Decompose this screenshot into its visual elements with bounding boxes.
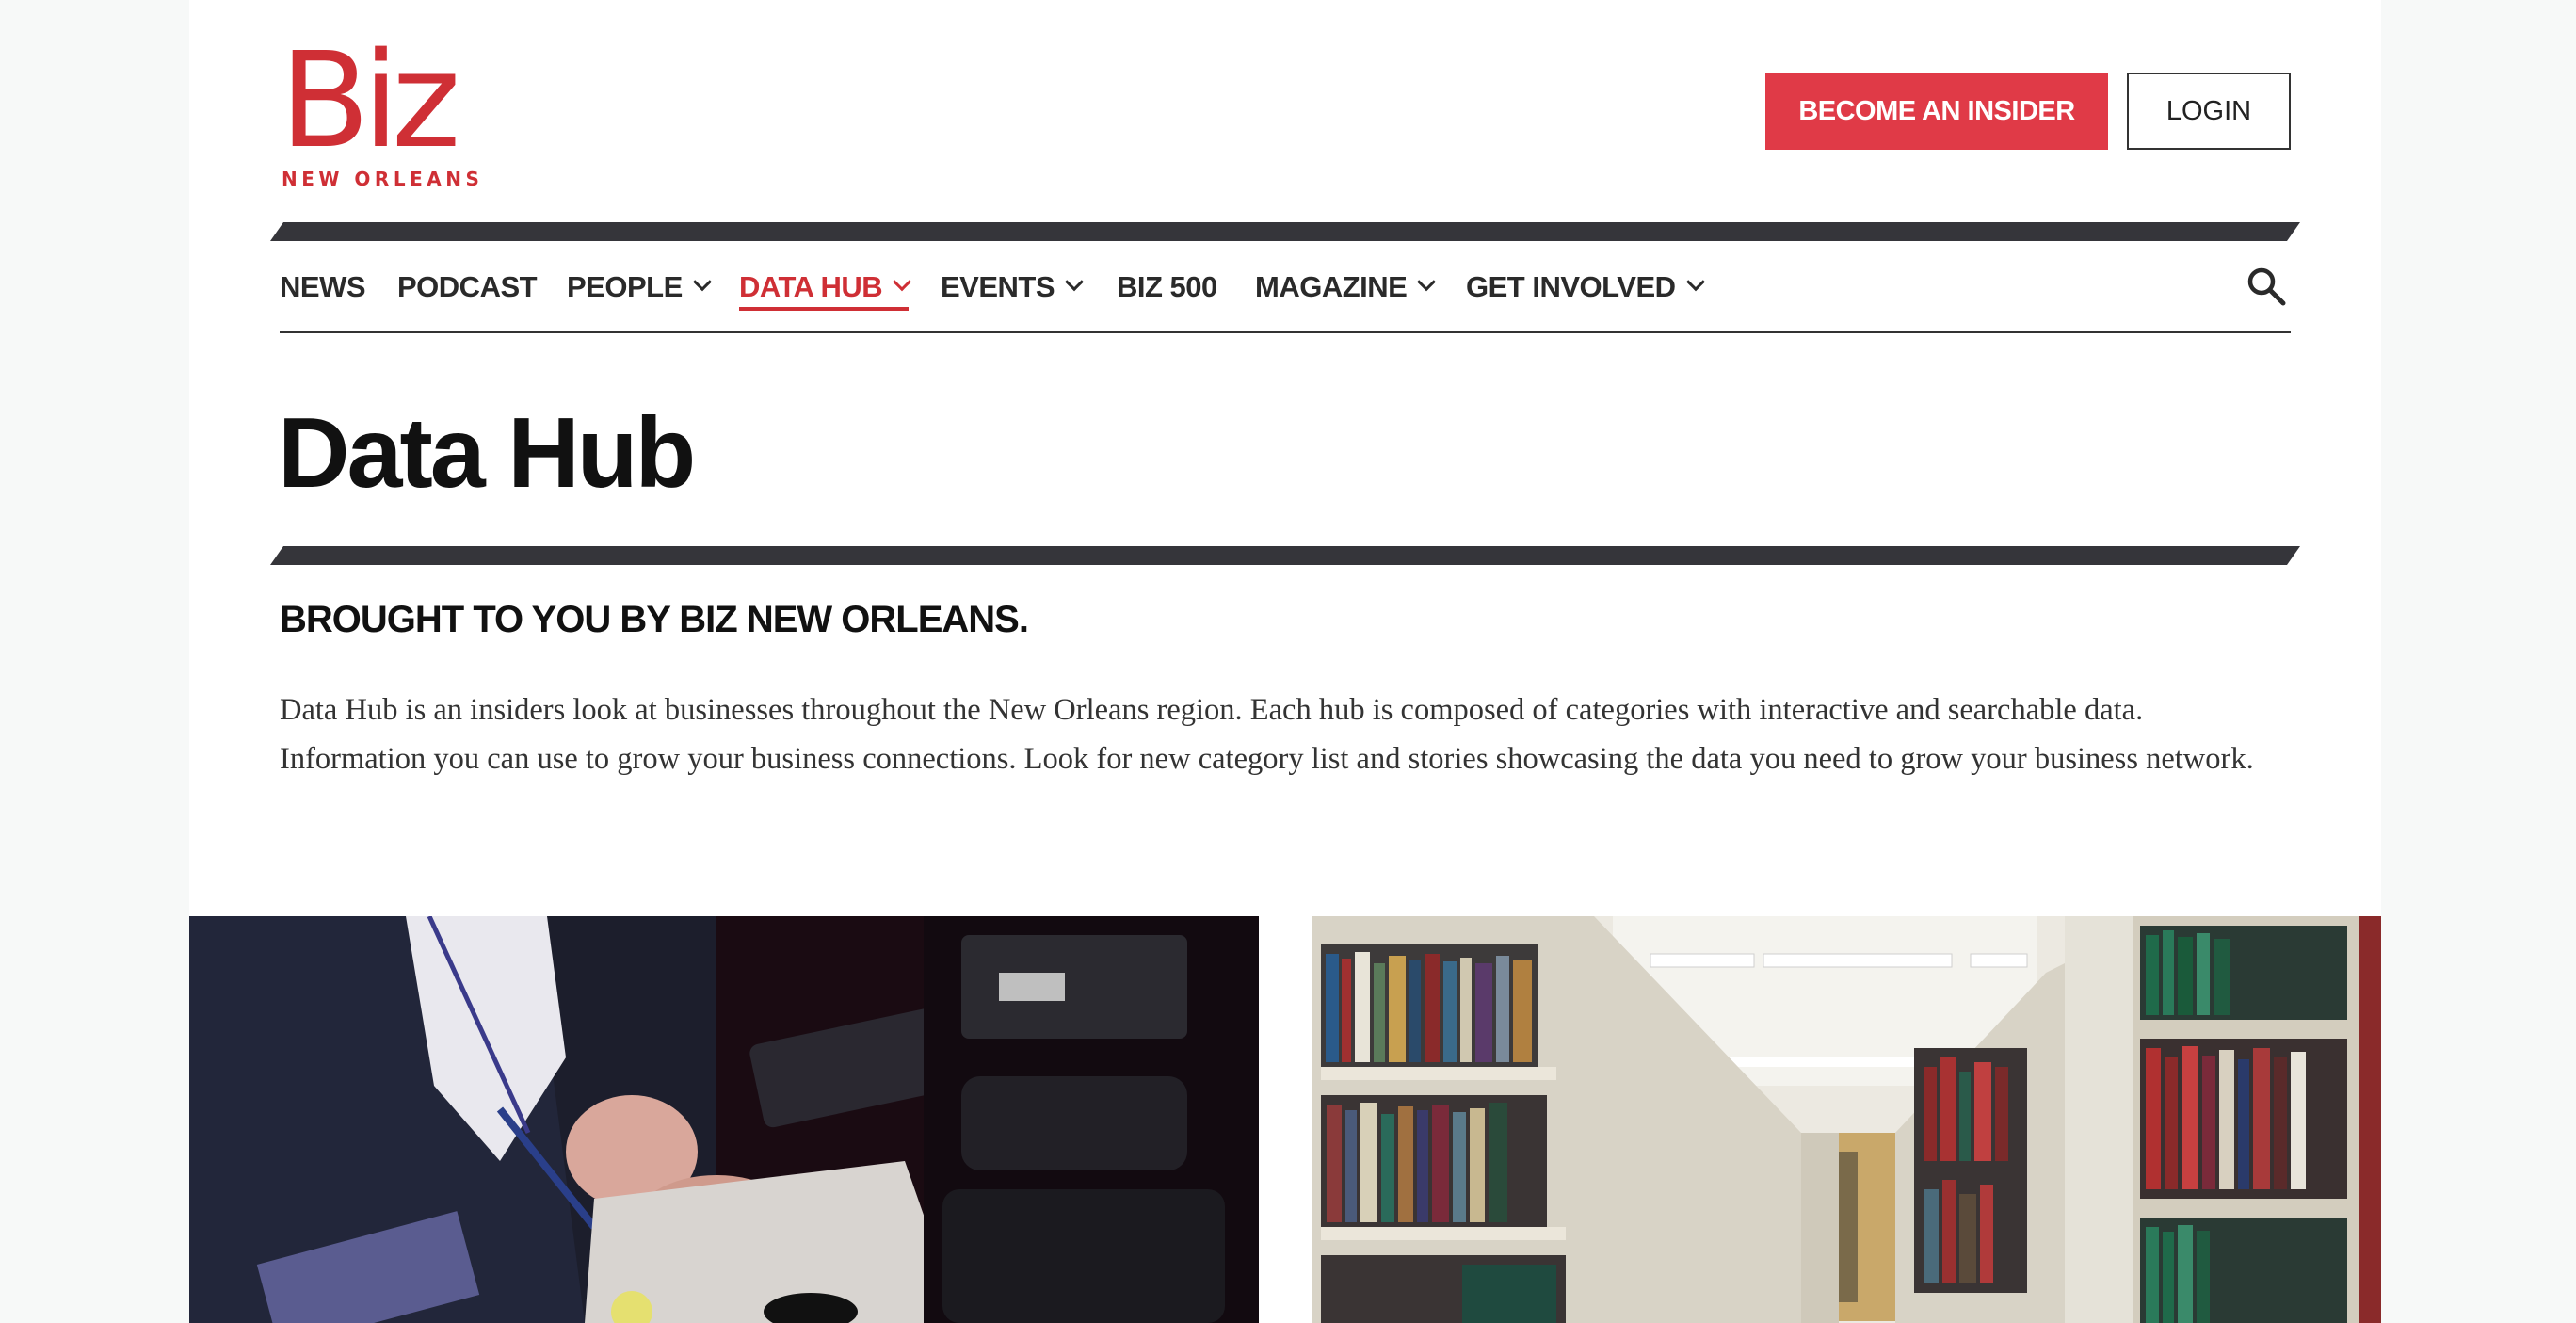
chevron-down-icon — [893, 272, 912, 292]
page-title: Data Hub — [278, 397, 696, 508]
site-logo[interactable]: Biz NEW ORLEANS — [280, 24, 479, 192]
nav-item-get-involved[interactable]: GET INVOLVED — [1466, 264, 1705, 311]
title-divider-stripe — [270, 546, 2300, 565]
nav-item-label: EVENTS — [941, 270, 1055, 303]
nav-item-magazine[interactable]: MAGAZINE — [1255, 264, 1437, 311]
nav-item-label: PEOPLE — [567, 270, 683, 303]
search-icon[interactable] — [2246, 266, 2287, 307]
nav-item-label: PODCAST — [397, 270, 538, 303]
feature-image-library-shelves[interactable] — [1312, 916, 2381, 1323]
chevron-down-icon — [1685, 272, 1705, 292]
main-nav: NEWS PODCAST PEOPLE DATA HUB EVENTS BIZ … — [280, 264, 2291, 333]
nav-underline-rule — [280, 331, 2291, 333]
chevron-down-icon — [1417, 272, 1437, 292]
intro-paragraph: Data Hub is an insiders look at business… — [280, 693, 2254, 776]
feature-image-office-desk[interactable] — [189, 916, 1259, 1323]
nav-item-news[interactable]: NEWS — [280, 264, 366, 311]
nav-item-events[interactable]: EVENTS — [941, 264, 1084, 311]
logo-subtitle: NEW ORLEANS — [282, 168, 484, 190]
nav-item-label: MAGAZINE — [1255, 270, 1408, 303]
nav-item-data-hub[interactable]: DATA HUB — [739, 264, 912, 311]
nav-item-label: NEWS — [280, 270, 366, 303]
chevron-down-icon — [692, 272, 712, 292]
nav-item-people[interactable]: PEOPLE — [567, 264, 712, 311]
nav-item-label: DATA HUB — [739, 270, 883, 303]
nav-item-biz-500[interactable]: BIZ 500 — [1117, 264, 1217, 311]
logo-wordmark: Biz — [280, 24, 460, 178]
login-button[interactable]: LOGIN — [2127, 73, 2291, 150]
header-divider-stripe — [270, 222, 2300, 241]
become-insider-button[interactable]: BECOME AN INSIDER — [1765, 73, 2108, 150]
sponsor-subhead: BROUGHT TO YOU BY BIZ NEW ORLEANS. — [280, 599, 1029, 640]
nav-item-label: GET INVOLVED — [1466, 270, 1676, 303]
nav-item-podcast[interactable]: PODCAST — [397, 264, 538, 311]
page-container: Biz NEW ORLEANS BECOME AN INSIDER LOGIN … — [189, 0, 2381, 1323]
chevron-down-icon — [1065, 272, 1084, 292]
nav-item-label: BIZ 500 — [1117, 270, 1217, 303]
